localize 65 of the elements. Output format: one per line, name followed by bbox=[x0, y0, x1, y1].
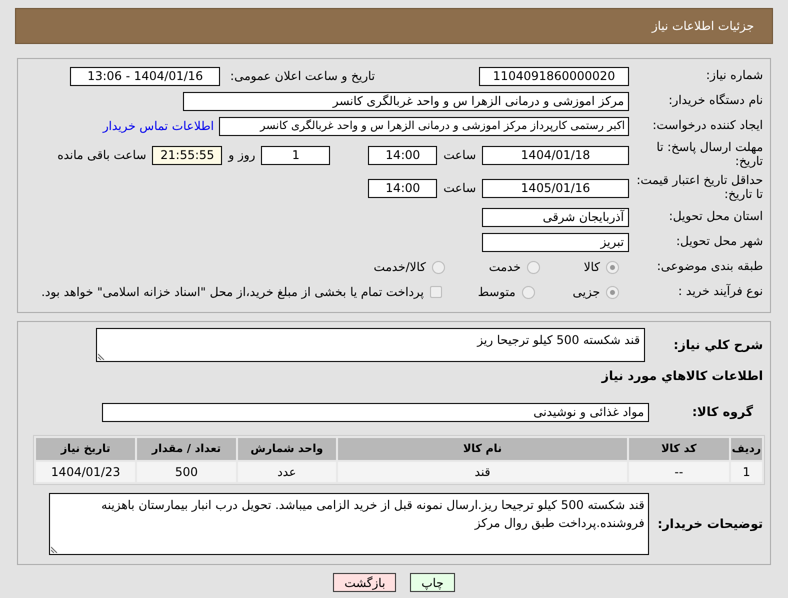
radio-button[interactable] bbox=[606, 260, 619, 274]
radio-button[interactable] bbox=[432, 260, 445, 274]
description-text: قند شکسته 500 کیلو ترجیحا ریز bbox=[477, 333, 640, 347]
time-field: 14:00 bbox=[368, 146, 438, 164]
field-label: جزیی bbox=[572, 284, 600, 301]
field-label: ساعت باقی مانده bbox=[57, 147, 146, 164]
field-label: تاریخ و ساعت اعلان عمومی: bbox=[230, 68, 375, 85]
print-button[interactable]: چاپ bbox=[410, 573, 455, 592]
column-header: کد کالا bbox=[628, 438, 729, 460]
field-label: طبقه بندی موضوعی: bbox=[656, 260, 763, 274]
radio-button[interactable] bbox=[526, 260, 540, 274]
field-label: شماره نیاز: bbox=[705, 69, 763, 83]
back-button[interactable]: بازگشت bbox=[333, 573, 396, 592]
date-field: 1404/01/18 bbox=[482, 146, 629, 164]
column-header: واحد شمارش bbox=[238, 438, 336, 460]
field-label: پرداخت تمام یا بخشی از مبلغ خرید،از محل "اسناد خزانه اسلامی" خواهد بود. bbox=[41, 284, 424, 301]
announce-date-field: 1404/01/16 - 13:06 bbox=[70, 66, 220, 86]
field-label: کالا bbox=[584, 259, 600, 276]
table-cell: 1404/01/23 bbox=[36, 462, 136, 482]
field-label: نوع فرآیند خرید : bbox=[677, 285, 763, 299]
column-header: نام کالا bbox=[338, 438, 627, 460]
table-cell: -- bbox=[628, 462, 729, 482]
table-cell: عدد bbox=[238, 462, 336, 482]
table-cell: 1 bbox=[730, 462, 762, 482]
field-label: گروه کالا: bbox=[691, 404, 754, 420]
page-title: جزئیات اطلاعات نیاز bbox=[652, 18, 754, 35]
need-number-field: 1104091860000020 bbox=[479, 66, 629, 86]
field-label: شرح کلي نياز: bbox=[672, 338, 763, 352]
contact-link[interactable]: اطلاعات تماس خریدار bbox=[102, 117, 214, 135]
field-label: حداقل تاریخ اعتبار قیمت: تا تاریخ: bbox=[635, 174, 763, 202]
column-header: تاریخ نیاز bbox=[36, 438, 136, 460]
days-field: 1 bbox=[261, 146, 330, 164]
province-field: آذربایجان شرقی bbox=[482, 208, 629, 226]
time-field: 14:00 bbox=[368, 178, 438, 198]
field-label: خدمت bbox=[488, 259, 521, 276]
field-label: ایجاد کننده درخواست: bbox=[651, 119, 763, 133]
checkbox[interactable] bbox=[430, 286, 442, 298]
field-label: استان محل تحویل: bbox=[668, 210, 763, 224]
resize-handle-icon[interactable] bbox=[98, 352, 106, 360]
field-label: توضیحات خریدار: bbox=[657, 516, 763, 532]
field-label: مهلت ارسال پاسخ: تا تاریخ: bbox=[655, 141, 763, 169]
buyer-notes-textarea[interactable]: قند شکسته 500 کیلو ترجیحا ریز.ارسال نمونه قبل از خرید الزامی میباشد. تحویل درب انبار بیمارستان باهزینه فروشنده.پرداخت طبق روال مرکز bbox=[49, 493, 650, 555]
field-label: متوسط bbox=[478, 284, 516, 301]
section-heading: اطلاعات کالاهاي مورد نياز bbox=[602, 366, 763, 385]
date-field: 1405/01/16 bbox=[482, 178, 629, 198]
field-label: شهر محل تحویل: bbox=[675, 235, 763, 249]
table-cell: قند bbox=[338, 462, 627, 482]
field-label: روز و bbox=[228, 147, 256, 164]
field-label: کالا/خدمت bbox=[374, 259, 426, 276]
field-label: ساعت bbox=[443, 147, 476, 164]
column-header: تعداد / مقدار bbox=[137, 438, 236, 460]
resize-handle-icon[interactable] bbox=[51, 545, 60, 553]
remaining-time-field: 21:55:55 bbox=[152, 146, 222, 164]
city-field: تبریز bbox=[482, 232, 629, 252]
notes-text: قند شکسته 500 کیلو ترجیحا ریز.ارسال نمونه قبل از خرید الزامی میباشد. تحویل درب انبار بیمارستان باهزینه فروشنده.پرداخت طبق روال مرکز bbox=[101, 498, 644, 530]
goods-group-field: مواد غذائی و نوشیدنی bbox=[102, 402, 649, 422]
table-cell: 500 bbox=[137, 462, 236, 482]
column-header: ردیف bbox=[730, 438, 762, 460]
requester-field: اکبر رستمی کارپرداز مرکز اموزشی و درمانی الزهرا س و واحد غربالگری کانسر bbox=[219, 116, 629, 136]
description-textarea[interactable]: قند شکسته 500 کیلو ترجیحا ریز bbox=[96, 328, 645, 362]
field-label: نام دستگاه خریدار: bbox=[668, 94, 763, 108]
buyer-org-field: مرکز اموزشی و درمانی الزهرا س و واحد غربالگری کانسر bbox=[183, 92, 629, 110]
radio-button[interactable] bbox=[606, 286, 619, 298]
radio-button[interactable] bbox=[522, 286, 535, 298]
field-label: ساعت bbox=[443, 180, 476, 197]
